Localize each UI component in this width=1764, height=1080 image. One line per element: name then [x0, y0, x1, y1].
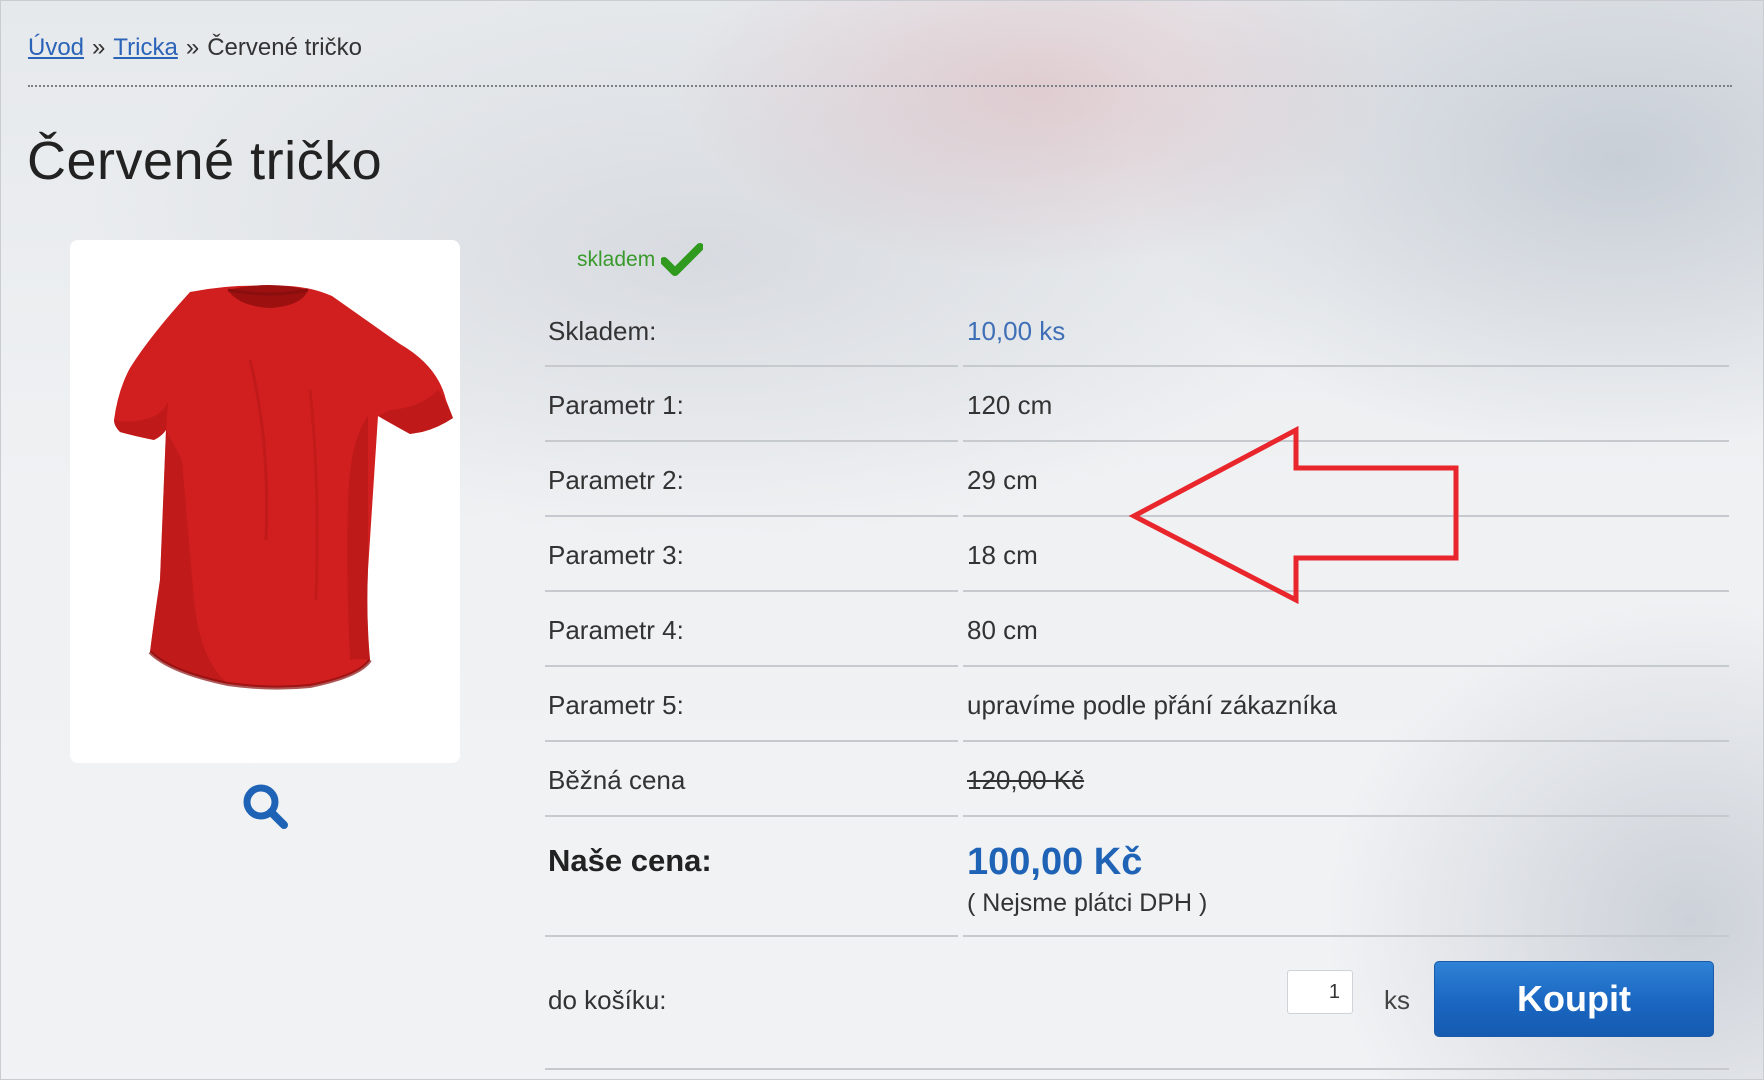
product-image[interactable] [70, 240, 460, 763]
regular-price-row: Běžná cena 120,00 Kč [545, 742, 1730, 817]
breadcrumb-home-link[interactable]: Úvod [28, 34, 84, 61]
buy-button[interactable]: Koupit [1434, 961, 1714, 1037]
param-value: 18 cm [967, 540, 1038, 570]
magnifier-icon[interactable] [240, 781, 292, 833]
our-price-value: 100,00 Kč [967, 841, 1143, 883]
param-label: Skladem: [548, 316, 657, 346]
quantity-input[interactable] [1287, 970, 1353, 1014]
stock-badge-label: skladem [577, 248, 656, 271]
param-label: Parametr 1: [548, 390, 684, 420]
breadcrumb-current: Červené tričko [207, 34, 362, 61]
bottom-divider [545, 1068, 1729, 1070]
param-value: 10,00 ks [967, 316, 1066, 346]
quantity-unit: ks [1384, 985, 1410, 1015]
param-value: 29 cm [967, 465, 1038, 495]
red-tshirt-image [114, 285, 453, 690]
breadcrumb-separator: » [185, 34, 200, 61]
checkmark-icon [661, 243, 704, 276]
vat-note: ( Nejsme plátci DPH ) [967, 889, 1208, 917]
param-label: Parametr 3: [548, 540, 684, 570]
param-value: 120 cm [967, 390, 1053, 420]
param-label: Parametr 4: [548, 615, 684, 645]
regular-price-value: 120,00 Kč [967, 765, 1085, 795]
param-value: upravíme podle přání zákazníka [967, 690, 1337, 720]
our-price-label: Naše cena: [548, 843, 712, 878]
param-label: Parametr 5: [548, 690, 684, 720]
breadcrumb: Úvod » Tricka » Červené tričko [28, 34, 362, 62]
stock-badge: skladem [577, 243, 704, 277]
red-arrow-left [1128, 425, 1459, 605]
breadcrumb-divider [28, 85, 1732, 87]
param-label: Parametr 2: [548, 465, 684, 495]
breadcrumb-category-link[interactable]: Tricka [113, 34, 177, 61]
regular-price-label: Běžná cena [548, 765, 686, 795]
param-row-5: Parametr 5: upravíme podle přání zákazní… [545, 667, 1730, 742]
add-to-cart-label: do košíku: [548, 985, 667, 1015]
param-value: 80 cm [967, 615, 1038, 645]
our-price-row: Naše cena: 100,00 Kč ( Nejsme plátci DPH… [545, 817, 1730, 937]
param-row-stock: Skladem: 10,00 ks [545, 300, 1730, 367]
page-title: Červené tričko [27, 131, 383, 191]
breadcrumb-separator: » [92, 34, 106, 61]
